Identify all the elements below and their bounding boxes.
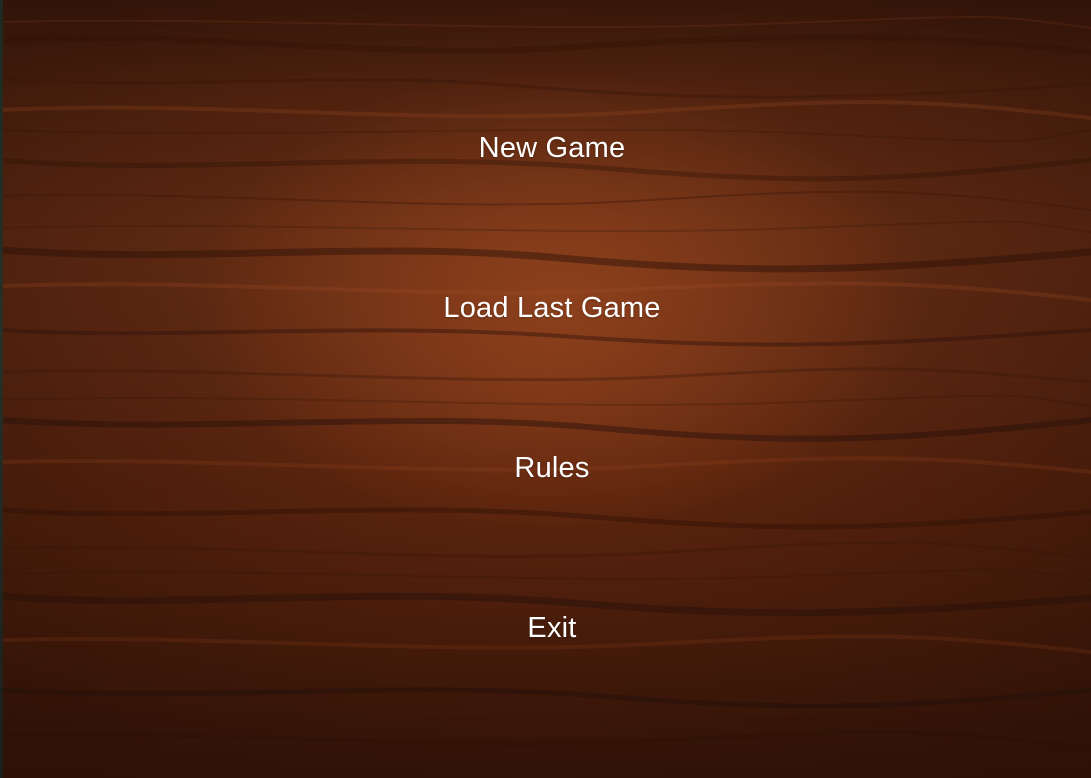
- load-last-game-button[interactable]: Load Last Game: [443, 291, 660, 325]
- main-menu-screen: New Game Load Last Game Rules Exit: [0, 0, 1091, 778]
- new-game-button[interactable]: New Game: [479, 131, 626, 165]
- main-menu: New Game Load Last Game Rules Exit: [0, 0, 1091, 778]
- exit-button[interactable]: Exit: [527, 611, 576, 645]
- rules-button[interactable]: Rules: [514, 451, 589, 485]
